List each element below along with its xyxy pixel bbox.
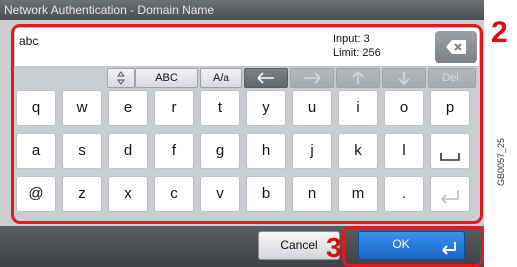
ok-highlight-frame [342, 226, 484, 267]
screen-title: Network Authentication - Domain Name [0, 0, 484, 20]
step-3-callout: 3 [326, 232, 342, 263]
keyboard-highlight-frame [11, 24, 483, 224]
step-2-callout: 2 [491, 16, 508, 49]
figure-code: GB0057_25 [496, 137, 506, 186]
